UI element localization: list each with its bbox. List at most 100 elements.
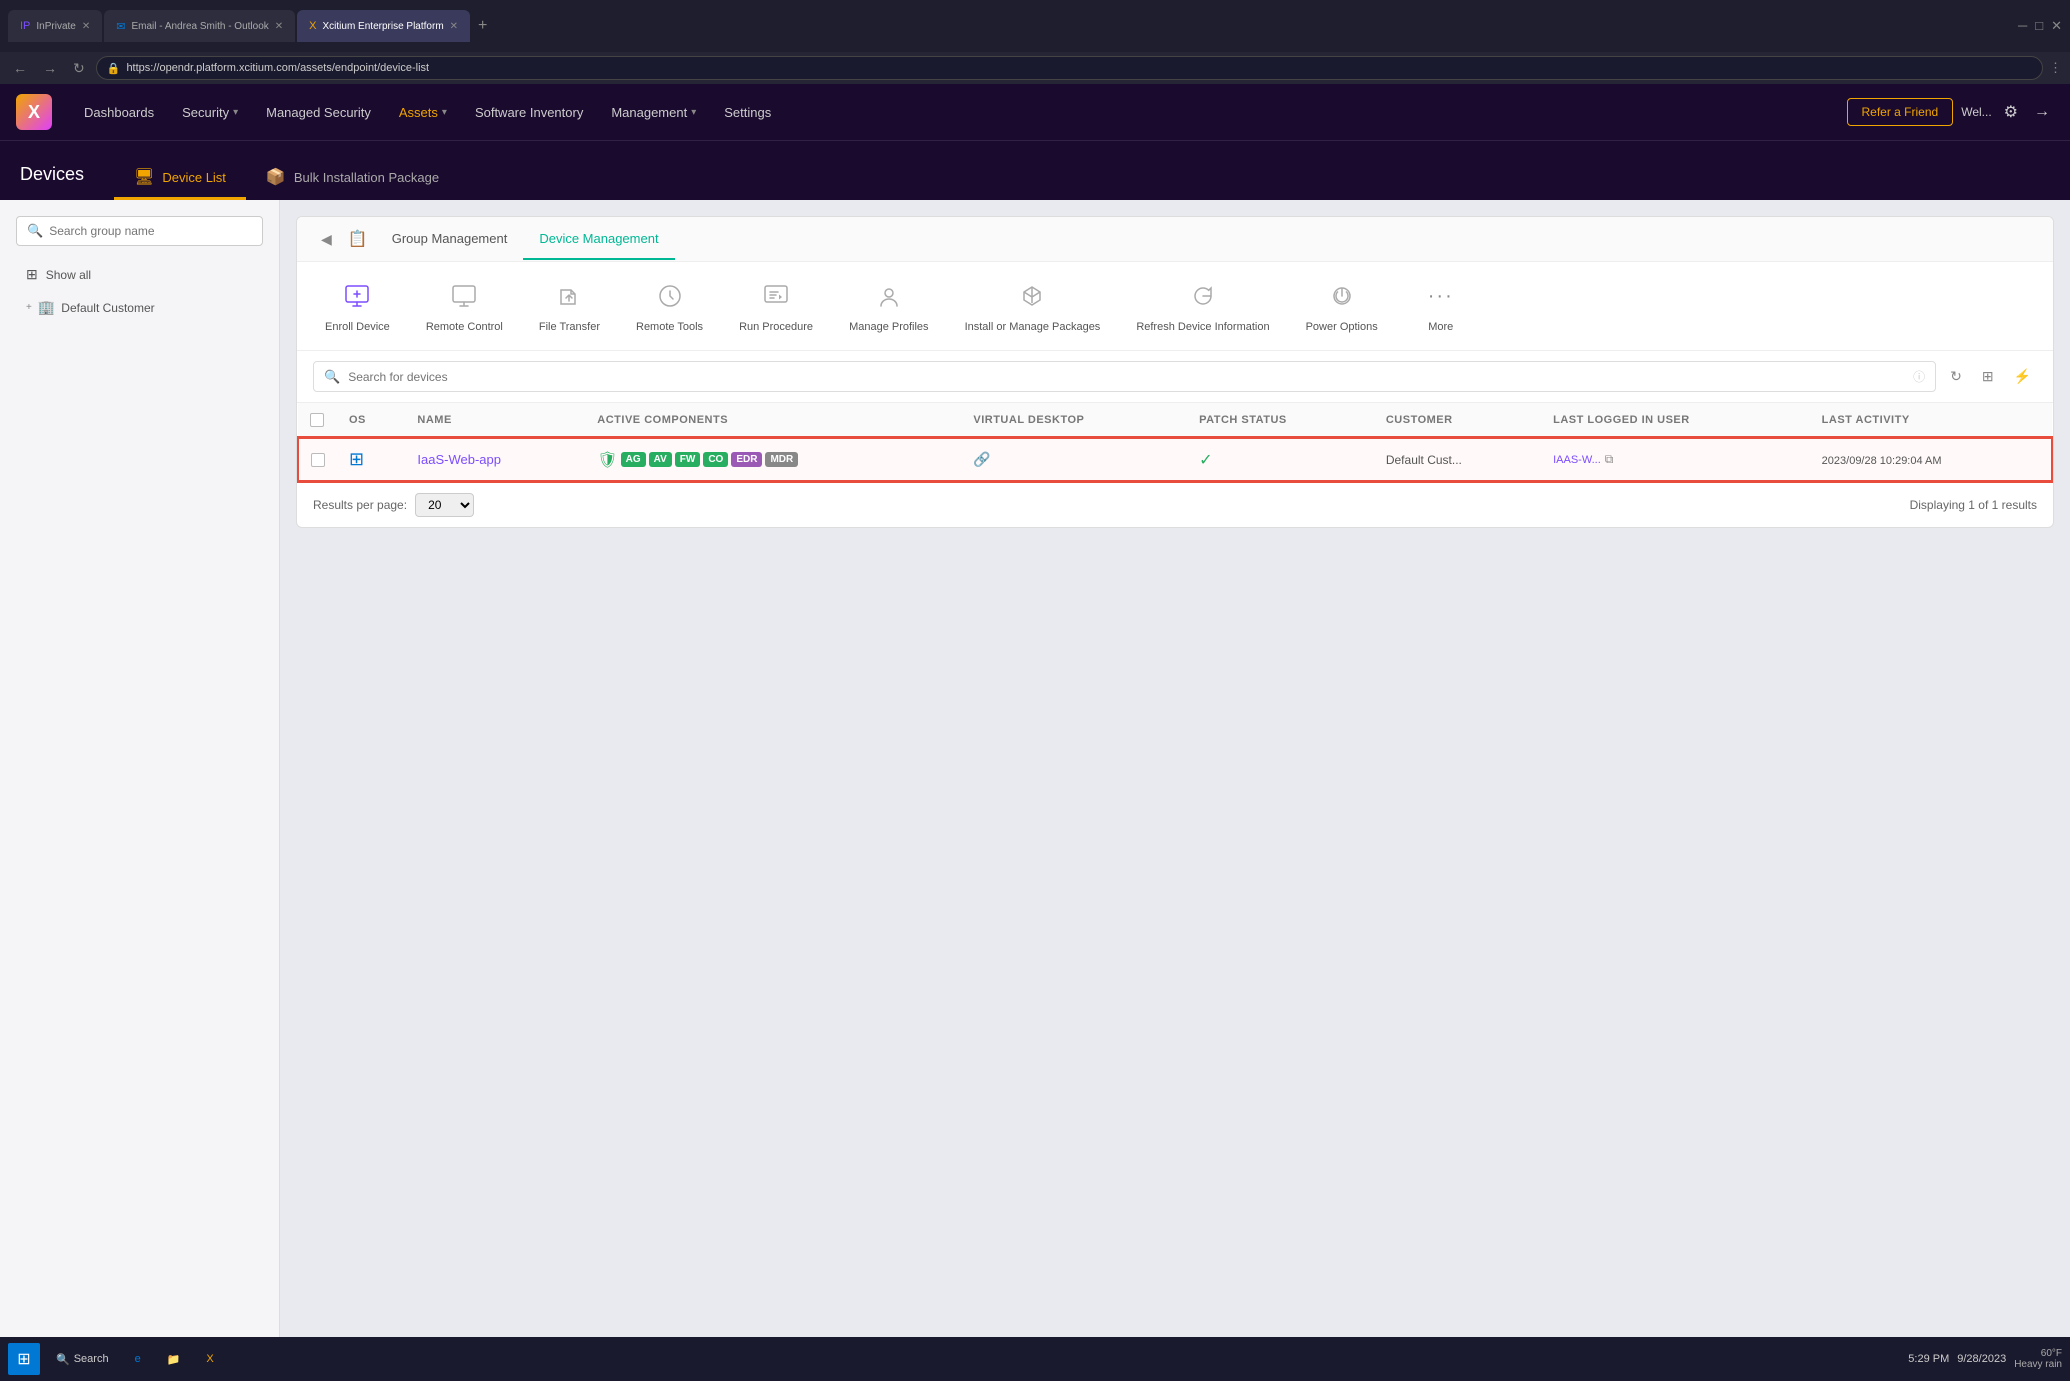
taskbar-edge[interactable]: e bbox=[125, 1349, 151, 1369]
table-header-row: OS NAME ACTIVE COMPONENTS VIRTUAL DESKTO… bbox=[298, 403, 2052, 438]
extensions-btn[interactable]: ⋮ bbox=[2049, 60, 2062, 76]
enroll-device-label: Enroll Device bbox=[325, 320, 390, 334]
power-options-btn[interactable]: Power Options bbox=[1298, 274, 1386, 338]
taskbar-folder[interactable]: 📁 bbox=[157, 1349, 191, 1370]
select-all-checkbox[interactable] bbox=[310, 413, 324, 427]
browser-nav: ← → ↻ 🔒 https://opendr.platform.xcitium.… bbox=[0, 52, 2070, 84]
th-last-logged-in-user: LAST LOGGED IN USER bbox=[1541, 403, 1810, 438]
remote-control-btn[interactable]: Remote Control bbox=[418, 274, 511, 338]
group-search-icon: 🔍 bbox=[27, 223, 43, 239]
refresh-btn[interactable]: ↻ bbox=[68, 58, 90, 79]
file-transfer-label: File Transfer bbox=[539, 320, 600, 334]
search-action-icons: ↻ ⊞ ⚡ bbox=[1944, 364, 2037, 389]
tab-outlook[interactable]: ✉ Email - Andrea Smith - Outlook ✕ bbox=[104, 10, 295, 42]
address-bar[interactable]: 🔒 https://opendr.platform.xcitium.com/as… bbox=[96, 56, 2043, 80]
action-toolbar: Enroll Device Remote Control bbox=[297, 262, 2053, 351]
mgmt-tabs: ◀ 📋 Group Management Device Management bbox=[297, 217, 2053, 262]
browser-close[interactable]: ✕ bbox=[2051, 18, 2062, 34]
manage-profiles-btn[interactable]: Manage Profiles bbox=[841, 274, 937, 338]
taskbar-date: 9/28/2023 bbox=[1957, 1353, 2006, 1365]
browser-controls: ─ □ ✕ bbox=[2018, 18, 2062, 34]
row-name[interactable]: IaaS-Web-app bbox=[405, 438, 585, 481]
show-all-icon: ⊞ bbox=[26, 266, 38, 283]
run-procedure-label: Run Procedure bbox=[739, 320, 813, 334]
nav-assets[interactable]: Assets ▾ bbox=[387, 99, 459, 126]
more-icon: ··· bbox=[1423, 278, 1459, 314]
group-search-input[interactable] bbox=[49, 224, 252, 238]
bulk-package-tab-icon: 📦 bbox=[266, 167, 286, 187]
top-nav: X Dashboards Security ▾ Managed Security… bbox=[0, 84, 2070, 140]
th-customer: CUSTOMER bbox=[1374, 403, 1541, 438]
enroll-device-icon bbox=[339, 278, 375, 314]
settings-icon[interactable]: ⚙ bbox=[2000, 98, 2022, 126]
customer-text: Default Cust... bbox=[1386, 453, 1462, 467]
device-name-link[interactable]: IaaS-Web-app bbox=[417, 452, 501, 467]
sidebar: 🔍 ⊞ Show all + 🏢 Default Customer bbox=[0, 200, 280, 1381]
row-checkbox[interactable] bbox=[311, 453, 325, 467]
tree-expand-icon: + bbox=[26, 302, 32, 313]
device-search-input[interactable] bbox=[348, 370, 1905, 384]
search-info-icon: ⓘ bbox=[1913, 368, 1925, 385]
run-procedure-btn[interactable]: Run Procedure bbox=[731, 274, 821, 338]
file-transfer-btn[interactable]: File Transfer bbox=[531, 274, 608, 338]
logo: X bbox=[16, 94, 52, 130]
group-search-box[interactable]: 🔍 bbox=[16, 216, 263, 246]
nav-dashboards[interactable]: Dashboards bbox=[72, 99, 166, 126]
logout-icon[interactable]: → bbox=[2030, 99, 2054, 125]
nav-managed-security[interactable]: Managed Security bbox=[254, 99, 383, 126]
start-button[interactable]: ⊞ bbox=[8, 1343, 40, 1375]
filter-btn[interactable]: ⚡ bbox=[2008, 364, 2037, 389]
refresh-table-btn[interactable]: ↻ bbox=[1944, 364, 1968, 389]
nav-right: Refer a Friend Wel... ⚙ → bbox=[1847, 98, 2055, 126]
back-btn[interactable]: ← bbox=[8, 58, 32, 78]
page-body: 🔍 ⊞ Show all + 🏢 Default Customer ◀ 📋 Gr… bbox=[0, 200, 2070, 1381]
columns-btn[interactable]: ⊞ bbox=[1976, 364, 2000, 389]
new-tab-btn[interactable]: + bbox=[472, 17, 493, 35]
assets-chevron: ▾ bbox=[442, 107, 447, 118]
tab-xcitium[interactable]: X Xcitium Enterprise Platform ✕ bbox=[297, 10, 470, 42]
th-patch-status: PATCH STATUS bbox=[1187, 403, 1374, 438]
tab-inprivate[interactable]: IP InPrivate ✕ bbox=[8, 10, 102, 42]
tab-bulk-package[interactable]: 📦 Bulk Installation Package bbox=[246, 157, 459, 200]
enroll-device-btn[interactable]: Enroll Device bbox=[317, 274, 398, 338]
tree-item-default-customer[interactable]: + 🏢 Default Customer bbox=[16, 291, 263, 324]
tab-close-outlook[interactable]: ✕ bbox=[275, 21, 283, 32]
tab-close-inprivate[interactable]: ✕ bbox=[82, 21, 90, 32]
taskbar-xcitium[interactable]: X bbox=[196, 1349, 223, 1369]
browser-minimize[interactable]: ─ bbox=[2018, 18, 2027, 34]
browser-chrome: IP InPrivate ✕ ✉ Email - Andrea Smith - … bbox=[0, 0, 2070, 52]
nav-management[interactable]: Management ▾ bbox=[599, 99, 708, 126]
show-all-btn[interactable]: ⊞ Show all bbox=[16, 258, 263, 291]
tab-group-management[interactable]: Group Management bbox=[376, 219, 524, 260]
tab-device-list[interactable]: 🖥 Device List bbox=[114, 157, 246, 200]
browser-maximize[interactable]: □ bbox=[2035, 18, 2043, 34]
more-btn[interactable]: ··· More bbox=[1406, 274, 1476, 338]
tab-close-xcitium[interactable]: ✕ bbox=[450, 21, 458, 32]
per-page-select[interactable]: 10 20 50 100 bbox=[415, 493, 474, 517]
table-footer: Results per page: 10 20 50 100 Displayin… bbox=[297, 482, 2053, 527]
remote-tools-btn[interactable]: Remote Tools bbox=[628, 274, 711, 338]
badge-co: CO bbox=[703, 452, 728, 467]
last-user-text: IAAS-W... bbox=[1553, 454, 1601, 466]
nav-settings[interactable]: Settings bbox=[712, 99, 783, 126]
refer-friend-btn[interactable]: Refer a Friend bbox=[1847, 98, 1954, 126]
folder-icon: 📁 bbox=[167, 1353, 181, 1366]
customer-icon: 🏢 bbox=[38, 299, 55, 316]
agent-status-icon: 🛡 bbox=[597, 450, 617, 470]
th-checkbox bbox=[298, 403, 337, 438]
nav-security[interactable]: Security ▾ bbox=[170, 99, 250, 126]
forward-btn[interactable]: → bbox=[38, 58, 62, 78]
install-packages-btn[interactable]: Install or Manage Packages bbox=[957, 274, 1109, 338]
refresh-device-btn[interactable]: Refresh Device Information bbox=[1128, 274, 1277, 338]
nav-software-inventory[interactable]: Software Inventory bbox=[463, 99, 595, 126]
device-search-input-wrapper[interactable]: 🔍 ⓘ bbox=[313, 361, 1936, 392]
install-packages-label: Install or Manage Packages bbox=[965, 320, 1101, 334]
collapse-sidebar-btn[interactable]: ◀ bbox=[313, 219, 340, 260]
taskbar-search[interactable]: 🔍 Search bbox=[46, 1349, 119, 1370]
activity-text: 2023/09/28 10:29:04 AM bbox=[1822, 455, 1942, 467]
virtual-desktop-icon: 🔗 bbox=[973, 451, 990, 467]
tab-device-management[interactable]: Device Management bbox=[523, 219, 674, 260]
user-link-icon[interactable]: ⧉ bbox=[1605, 452, 1614, 467]
row-checkbox-cell[interactable] bbox=[298, 438, 337, 481]
row-customer: Default Cust... bbox=[1374, 438, 1541, 481]
